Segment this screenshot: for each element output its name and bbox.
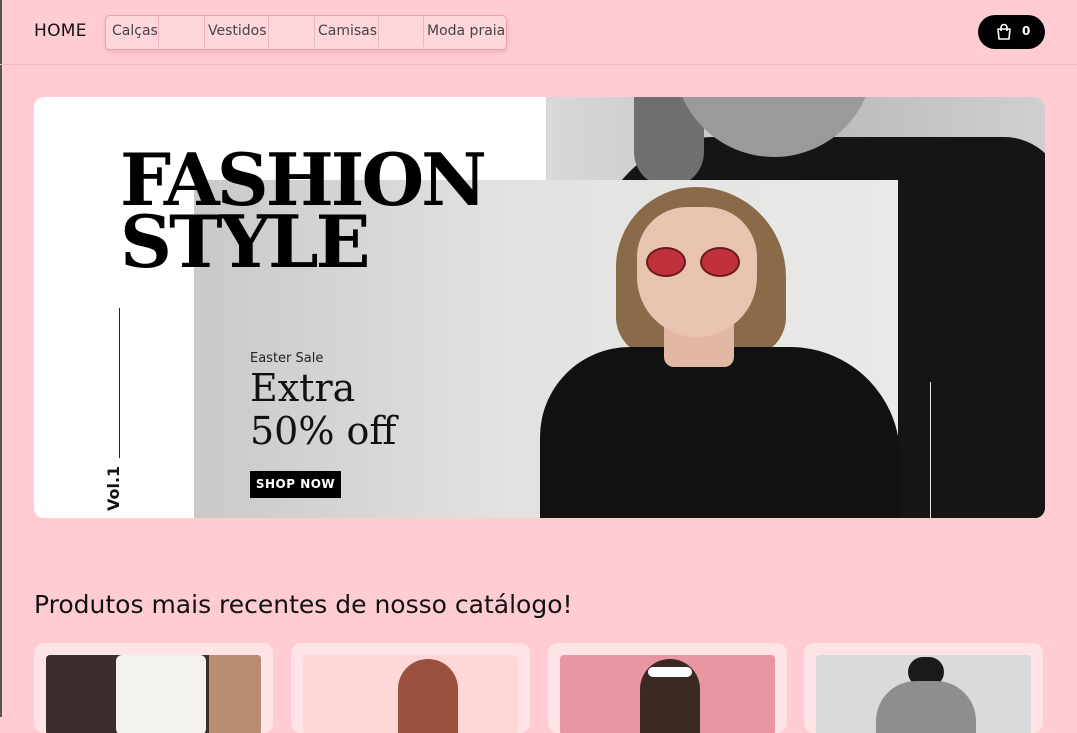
window-edge [0,0,2,717]
cart-button[interactable]: 0 [978,15,1045,49]
product-image [560,655,775,733]
product-image [303,655,518,733]
product-model [398,659,458,733]
product-arm [209,655,261,733]
category-divider [423,16,424,47]
category-moda-praia[interactable]: Moda praia [427,16,505,47]
product-image [46,655,261,733]
home-link[interactable]: HOME [34,21,87,41]
product-pants [116,655,206,733]
banner-headline-line1: Extra [250,366,356,410]
sunglasses [646,247,686,277]
category-vestidos[interactable]: Vestidos [208,16,267,47]
products-heading: Produtos mais recentes de nosso catálogo… [34,590,573,619]
sunglasses [700,247,740,277]
category-divider [378,16,379,47]
product-sweater [876,681,976,733]
navbar: HOME Calças Vestidos Camisas Moda praia … [0,0,1077,65]
cart-count: 0 [1022,24,1031,38]
category-divider [158,16,159,47]
shopping-bag-icon [997,23,1011,40]
banner-divider-line [119,308,120,458]
banner-eyebrow: Easter Sale [250,351,324,366]
shop-now-button[interactable]: SHOP NOW [250,471,341,498]
category-camisas[interactable]: Camisas [318,16,377,47]
banner-volume: Vol.1 [104,465,123,511]
banner-headline: Extra 50% off [250,367,396,453]
product-card[interactable] [548,643,787,733]
model-body [540,347,900,518]
category-divider [314,16,315,47]
category-calcas[interactable]: Calças [112,16,158,47]
category-divider [204,16,205,47]
banner-title-line2: STYLE [120,199,370,284]
product-card[interactable] [34,643,273,733]
category-menu: Calças Vestidos Camisas Moda praia [105,15,507,50]
banner-headline-line2: 50% off [250,409,397,453]
product-card[interactable] [804,643,1043,733]
hero-banner[interactable]: FASHION STYLE Vol.1 Easter Sale Extra 50… [34,97,1045,518]
product-card[interactable] [291,643,530,733]
product-image [816,655,1031,733]
banner-decor-line [930,382,931,518]
sunglasses [648,667,692,677]
category-divider [268,16,269,47]
